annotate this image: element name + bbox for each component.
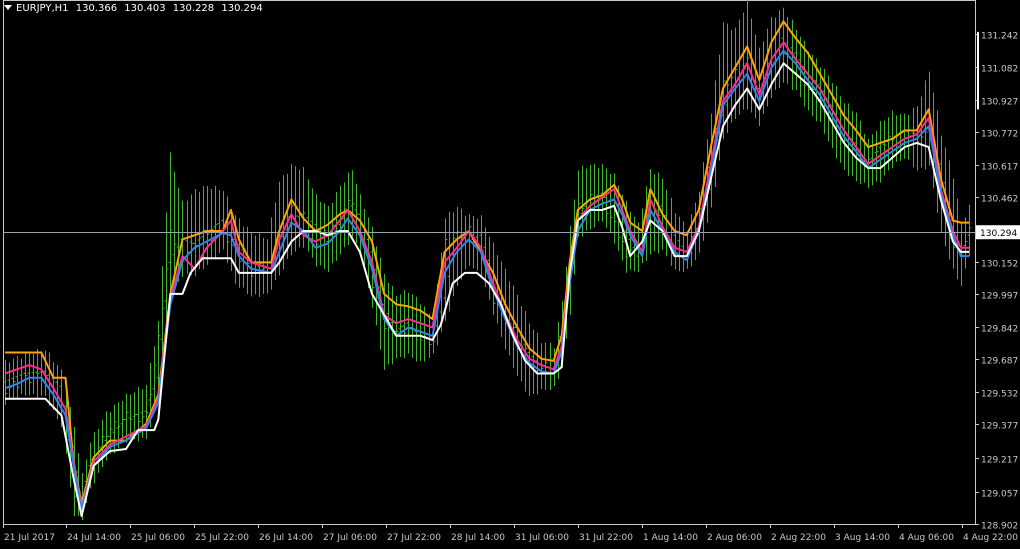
- y-tick-label: 130.617: [981, 163, 1018, 173]
- chart[interactable]: EURJPY,H1 130.366 130.403 130.228 130.29…: [0, 0, 1020, 549]
- price-bar: [588, 164, 593, 230]
- price-bar: [902, 113, 907, 159]
- price-bar: [548, 342, 553, 391]
- x-tick-label: 24 Jul 14:00: [67, 533, 121, 543]
- price-bar: [882, 120, 887, 176]
- price-bar: [402, 290, 407, 359]
- price-bar: [604, 168, 609, 228]
- x-tick-label: 2 Aug 22:00: [771, 533, 826, 543]
- price-bar: [584, 168, 589, 231]
- y-tick-label: 129.997: [981, 292, 1018, 302]
- price-bar: [15, 355, 20, 400]
- price-bar: [406, 292, 411, 354]
- chart-canvas[interactable]: 131.242 131.082 130.927 130.772 130.617 130.4…: [0, 0, 1020, 549]
- price-bar: [326, 205, 331, 273]
- x-tick-label: 1 Aug 14:00: [643, 533, 698, 543]
- price-bar: [23, 352, 28, 396]
- price-bar: [217, 190, 222, 254]
- y-tick-label: 129.057: [981, 490, 1018, 500]
- price-bar: [7, 362, 12, 400]
- price-bars: [3, 0, 972, 521]
- price-bar: [205, 185, 210, 265]
- price-bar: [19, 358, 24, 395]
- price-bar: [310, 188, 315, 258]
- y-tick-label: 130.152: [981, 260, 1018, 270]
- price-bar: [249, 232, 254, 297]
- price-bar: [963, 217, 968, 269]
- x-tick-label: 31 Jul 06:00: [515, 533, 569, 543]
- price-bar: [354, 183, 359, 244]
- price-bar: [669, 197, 674, 266]
- price-bar: [677, 216, 682, 272]
- price-bar: [221, 191, 226, 250]
- price-bar: [31, 354, 36, 395]
- x-tick-label: 4 Aug 06:00: [899, 533, 954, 543]
- x-tick-label: 2 Aug 06:00: [707, 533, 762, 543]
- price-bar: [592, 163, 597, 228]
- y-tick-label: 130.462: [981, 195, 1018, 205]
- y-tick-label: 129.217: [981, 456, 1018, 466]
- x-tick-label: 27 Jul 06:00: [323, 533, 377, 543]
- price-bar: [911, 108, 916, 168]
- y-tick-label: 129.532: [981, 390, 1018, 400]
- price-bar: [898, 113, 903, 161]
- price-bar: [507, 281, 512, 356]
- price-bar: [225, 196, 230, 264]
- x-tick-label: 27 Jul 22:00: [387, 533, 441, 543]
- price-bar: [35, 348, 40, 398]
- x-tick-label: 26 Jul 14:00: [259, 533, 313, 543]
- price-bar: [681, 221, 686, 273]
- price-bar: [757, 47, 762, 127]
- y-tick-label: 131.242: [981, 32, 1018, 42]
- price-bar: [11, 358, 16, 400]
- price-bar: [410, 294, 415, 358]
- y-tick-label: 128.902: [981, 522, 1018, 532]
- current-price-label: 130.294: [980, 229, 1017, 239]
- y-tick-label: 129.687: [981, 357, 1018, 367]
- x-tick-label: 3 Aug 14:00: [835, 533, 890, 543]
- price-bar: [608, 174, 613, 234]
- x-tick-label: 21 Jul 2017: [4, 533, 55, 543]
- x-tick-label: 25 Jul 22:00: [195, 533, 249, 543]
- y-tick-label: 130.772: [981, 130, 1018, 140]
- price-bar: [596, 168, 601, 222]
- price-bar: [673, 213, 678, 270]
- price-bar: [213, 185, 218, 260]
- price-bar: [27, 352, 32, 396]
- price-bar: [209, 189, 214, 260]
- price-bar: [951, 178, 956, 269]
- x-tick-label: 31 Jul 22:00: [579, 533, 633, 543]
- y-tick-label: 129.842: [981, 325, 1018, 335]
- x-tick-label: 28 Jul 14:00: [451, 533, 505, 543]
- price-bar: [878, 120, 883, 183]
- x-tick-label: 4 Aug 22:00: [963, 533, 1018, 543]
- y-tick-label: 130.927: [981, 98, 1018, 108]
- price-bar: [511, 285, 516, 368]
- y-tick-label: 131.082: [981, 65, 1018, 75]
- price-bar: [168, 152, 173, 299]
- x-tick-label: 25 Jul 06:00: [131, 533, 185, 543]
- y-tick-label: 129.377: [981, 422, 1018, 432]
- price-scale-marker: [977, 31, 979, 110]
